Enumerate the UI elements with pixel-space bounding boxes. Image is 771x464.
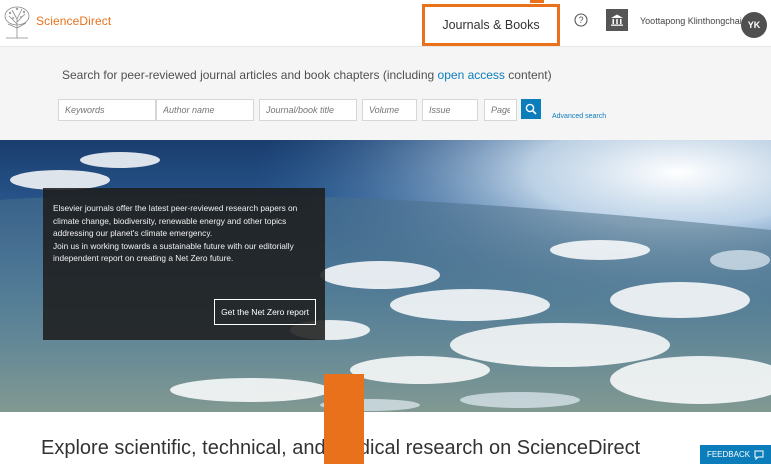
feedback-button[interactable]: FEEDBACK: [700, 445, 771, 464]
search-heading-post: content): [504, 68, 552, 82]
advanced-search-link[interactable]: Advanced search: [552, 113, 606, 120]
issue-input[interactable]: [422, 99, 478, 121]
net-zero-report-button[interactable]: Get the Net Zero report: [214, 299, 316, 325]
institution-icon: [611, 14, 623, 26]
keywords-input[interactable]: [58, 99, 156, 121]
top-orange-indicator: [530, 0, 544, 3]
orange-marker: [324, 374, 364, 464]
volume-input[interactable]: [362, 99, 417, 121]
promo-line: independent report on creating a Net Zer…: [53, 253, 234, 264]
user-name[interactable]: Yoottapong Klinthongchai: [640, 16, 742, 26]
search-heading-pre: Search for peer-reviewed journal article…: [62, 68, 438, 82]
institution-button[interactable]: [606, 9, 628, 31]
journals-books-label: Journals & Books: [442, 18, 540, 32]
author-name-input[interactable]: [156, 99, 254, 121]
promo-line: addressing our planet's climate emergenc…: [53, 228, 213, 239]
promo-text: Elsevier journals offer the latest peer-…: [53, 202, 319, 265]
brand-logo[interactable]: ScienceDirect: [36, 14, 111, 28]
open-access-link[interactable]: open access: [438, 68, 505, 82]
promo-line: Elsevier journals offer the latest peer-…: [53, 203, 298, 213]
elsevier-tree-logo[interactable]: [2, 4, 32, 40]
help-icon[interactable]: ?: [574, 13, 588, 27]
net-zero-report-label: Get the Net Zero report: [221, 307, 309, 317]
avatar[interactable]: YK: [741, 12, 767, 38]
search-button[interactable]: [521, 99, 541, 119]
promo-line: climate change, biodiversity, renewable …: [53, 215, 287, 226]
pages-input[interactable]: [484, 99, 517, 121]
explore-section: Explore scientific, technical, and medic…: [0, 412, 771, 464]
net-zero-promo-box: Elsevier journals offer the latest peer-…: [43, 188, 325, 340]
journal-book-title-input[interactable]: [259, 99, 357, 121]
hero-banner: Elsevier journals offer the latest peer-…: [0, 140, 771, 412]
speech-bubble-icon: [754, 450, 764, 460]
site-header: ScienceDirect Journals & Books ? Yoottap…: [0, 0, 771, 47]
journals-books-link[interactable]: Journals & Books: [422, 4, 560, 46]
search-heading: Search for peer-reviewed journal article…: [62, 68, 552, 82]
search-section: Search for peer-reviewed journal article…: [0, 47, 771, 140]
feedback-label: FEEDBACK: [706, 450, 751, 459]
avatar-initials: YK: [747, 20, 761, 30]
svg-text:?: ?: [578, 15, 583, 25]
promo-line: Join us in working towards a sustainable…: [53, 240, 294, 251]
search-icon: [525, 103, 537, 115]
